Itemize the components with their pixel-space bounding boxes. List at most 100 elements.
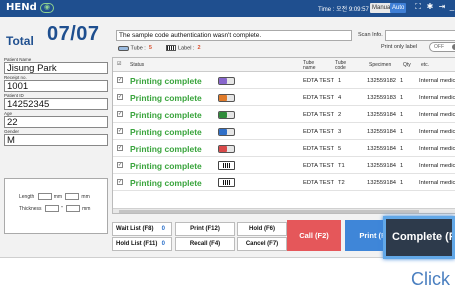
row-status: Printing complete: [130, 178, 202, 188]
call-button[interactable]: Call (F2): [287, 220, 341, 251]
row-qty: 1: [400, 180, 404, 186]
row-checkbox[interactable]: ✓: [117, 128, 123, 134]
row-status: Printing complete: [130, 110, 202, 120]
row-tube-name: EDTA TEST: [303, 78, 335, 84]
row-etc: Internal medicine: [419, 163, 455, 169]
row-etc: Internal medicine: [419, 95, 455, 101]
row-specimen: 132559184: [367, 146, 397, 152]
row-specimen: 132559184: [367, 163, 397, 169]
row-checkbox[interactable]: ✓: [117, 162, 123, 168]
minimize-icon[interactable]: _: [447, 2, 455, 11]
row-specimen: 132559182: [367, 78, 397, 84]
patient-id-field[interactable]: 14252345: [4, 98, 108, 110]
barcode-icon: [166, 45, 177, 51]
print-only-toggle[interactable]: OFF: [429, 42, 455, 52]
table-header: ☑ Status Tube name Tube code Specimen Qt…: [113, 58, 455, 72]
print-button[interactable]: Print (F12): [175, 222, 235, 236]
row-checkbox[interactable]: ✓: [117, 179, 123, 185]
tube-icon: [218, 111, 235, 119]
row-checkbox[interactable]: ✓: [117, 77, 123, 83]
header-etc: etc.: [421, 62, 430, 68]
row-qty: 1: [400, 163, 404, 169]
logout-icon[interactable]: ⇥: [437, 2, 447, 11]
row-etc: Internal medicine: [419, 112, 455, 118]
tube-icon: [218, 77, 235, 85]
row-tube-code: 4: [338, 95, 342, 101]
tube-icon: [218, 145, 235, 153]
row-status: Printing complete: [130, 93, 202, 103]
row-etc: Internal medicine: [419, 180, 455, 186]
header-tube-code: Tube code: [335, 60, 347, 71]
row-tube-code: 1: [338, 78, 342, 84]
table-row[interactable]: ✓ Printing complete EDTA TEST T2 132559184 1 I…: [113, 175, 455, 191]
age-field[interactable]: 22: [4, 116, 108, 128]
barcode-label-icon: [218, 178, 235, 187]
row-qty: 1: [400, 95, 404, 101]
barcode-scan-icon[interactable]: ⛶: [413, 2, 423, 12]
table-row[interactable]: ✓ Printing complete EDTA TEST 1 132559182 1 In…: [113, 73, 455, 89]
row-checkbox[interactable]: ✓: [117, 111, 123, 117]
table-row[interactable]: ✓ Printing complete EDTA TEST 2 132559184 1 In…: [113, 107, 455, 123]
barcode-label-icon: [218, 161, 235, 170]
length-unit-2: mm: [81, 193, 90, 200]
patient-name-field[interactable]: Jisung Park: [4, 62, 108, 74]
gear-icon[interactable]: ✱: [425, 2, 435, 11]
row-checkbox[interactable]: ✓: [117, 145, 123, 151]
row-status: Printing complete: [130, 76, 202, 86]
row-status: Printing complete: [130, 144, 202, 154]
length-input-1[interactable]: [37, 193, 52, 200]
row-specimen: 132559184: [367, 112, 397, 118]
table-row[interactable]: ✓ Printing complete EDTA TEST T1 132559184 1 I…: [113, 158, 455, 174]
length-label: Length: [19, 193, 35, 200]
results-table: ☑ Status Tube name Tube code Specimen Qt…: [112, 57, 455, 214]
row-etc: Internal medicine: [419, 78, 455, 84]
table-row[interactable]: ✓ Printing complete EDTA TEST 3 132559184 1 In…: [113, 124, 455, 140]
row-qty: 1: [400, 78, 404, 84]
clock-time: Time : 오전 9:09:57: [318, 7, 369, 13]
row-tube-code: 5: [338, 146, 342, 152]
header-specimen: Specimen: [369, 62, 392, 68]
count-summary: Tube :5 Label :2: [118, 45, 204, 51]
thickness-label: Thickness: [19, 205, 42, 212]
table-row[interactable]: ✓ Printing complete EDTA TEST 5 132559184 1 In…: [113, 141, 455, 157]
eye-icon: ◉: [40, 3, 54, 13]
tube-count: 5: [148, 45, 152, 52]
row-tube-name: EDTA TEST: [303, 112, 335, 118]
click-hint: Click: [411, 269, 450, 289]
title-bar: HENd ◉ Time : 오전 9:09:57 Manual Auto ⛶ ✱…: [0, 0, 455, 17]
recall-button[interactable]: Recall (F4): [175, 237, 235, 251]
row-checkbox[interactable]: ✓: [117, 94, 123, 100]
row-tube-code: 2: [338, 112, 342, 118]
tube-icon: [218, 94, 235, 102]
horizontal-scrollbar[interactable]: [113, 208, 455, 213]
row-tube-code: 3: [338, 129, 342, 135]
patient-panel: Patient Name Jisung Park Receipt no. 100…: [4, 57, 109, 147]
hold-list-count: 0: [161, 241, 165, 247]
thickness-input-1[interactable]: [44, 205, 59, 212]
auto-mode-button[interactable]: Auto: [390, 3, 407, 13]
length-input-2[interactable]: [65, 193, 80, 200]
hold-button[interactable]: Hold (F6): [237, 222, 287, 236]
row-tube-name: EDTA TEST: [303, 180, 335, 186]
row-qty: 1: [400, 146, 404, 152]
wait-list-button[interactable]: Wait List (F8) 0: [112, 222, 172, 236]
select-all-checkbox[interactable]: ☑: [117, 62, 121, 67]
length-row: Length mm mm: [19, 193, 90, 200]
thickness-unit-2: mm: [82, 205, 91, 212]
table-row[interactable]: ✓ Printing complete EDTA TEST 4 132559183 1 In…: [113, 90, 455, 106]
thickness-input-2[interactable]: [66, 205, 81, 212]
scan-info-input[interactable]: [385, 30, 455, 41]
header-status: Status: [130, 62, 145, 68]
row-qty: 1: [400, 129, 404, 135]
scrollbar-thumb[interactable]: [119, 210, 419, 213]
wait-list-label: Wait List (F8): [116, 226, 154, 232]
thickness-row: Thickness " mm: [19, 205, 90, 212]
complete-button[interactable]: Complete (F: [383, 216, 455, 259]
hold-list-label: Hold List (F11): [116, 241, 158, 247]
gender-field[interactable]: M: [4, 134, 108, 146]
receipt-field[interactable]: 1001: [4, 80, 108, 92]
scan-info-label: Scan Info.: [358, 32, 383, 38]
cancel-button[interactable]: Cancel (F7): [237, 237, 287, 251]
row-etc: Internal medicine: [419, 129, 455, 135]
hold-list-button[interactable]: Hold List (F11) 0: [112, 237, 172, 251]
